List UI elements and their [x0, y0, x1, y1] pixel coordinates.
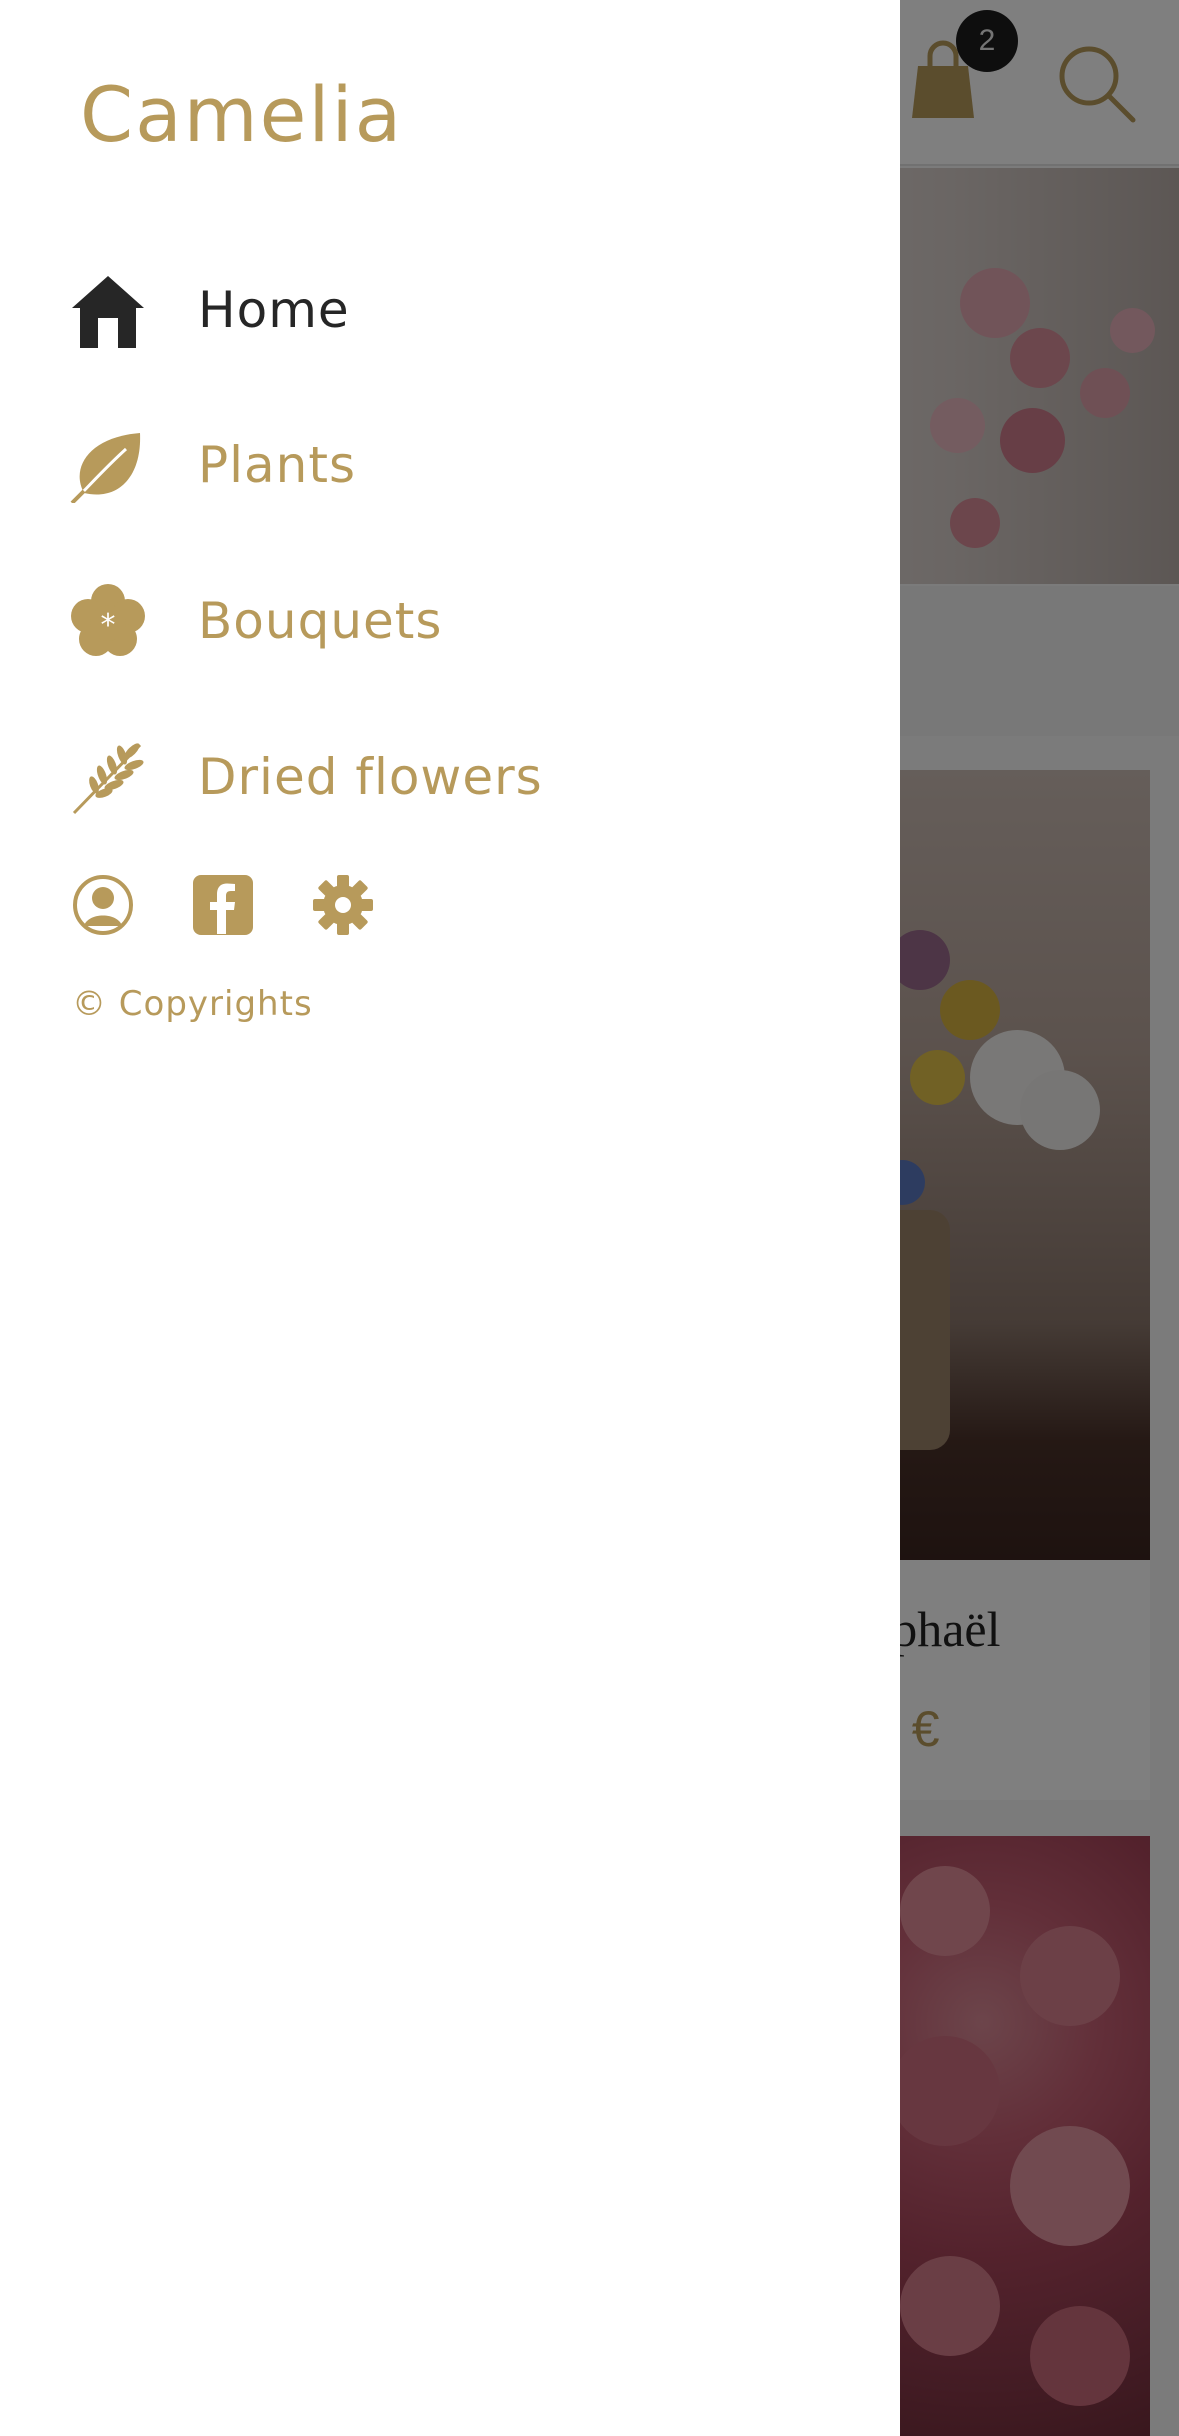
- facebook-icon[interactable]: [190, 872, 256, 938]
- nav-item-dried-flowers[interactable]: Dried flowers: [70, 722, 770, 832]
- nav-item-label: Plants: [198, 436, 357, 494]
- nav-item-label: Bouquets: [198, 592, 443, 650]
- home-icon: [70, 272, 146, 348]
- user-icon[interactable]: [70, 872, 136, 938]
- settings-gear-icon[interactable]: [310, 872, 376, 938]
- brand-logo-text[interactable]: Camelia: [80, 70, 403, 159]
- leaf-icon: [70, 427, 146, 503]
- nav-item-label: Home: [198, 281, 350, 339]
- nav-item-home[interactable]: Home: [70, 255, 770, 365]
- flower-icon: *: [70, 583, 146, 659]
- wheat-icon: [70, 739, 146, 815]
- nav-item-label: Dried flowers: [198, 748, 543, 806]
- nav-item-bouquets[interactable]: * Bouquets: [70, 566, 770, 676]
- copyright-text: © Copyrights: [72, 984, 313, 1024]
- svg-text:*: *: [101, 608, 116, 643]
- navigation-drawer: Camelia Home Plants * Bouquets Dried flo…: [0, 0, 900, 2436]
- nav-item-plants[interactable]: Plants: [70, 410, 770, 520]
